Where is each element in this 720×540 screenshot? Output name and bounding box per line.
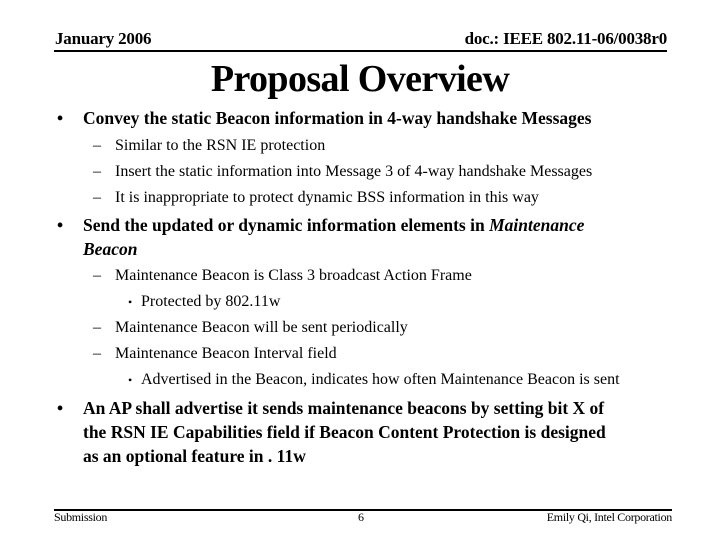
- sub-bullet-text: It is inappropriate to protect dynamic B…: [115, 189, 539, 206]
- dash-marker: –: [93, 163, 101, 180]
- sub-bullet-item: – Similar to the RSN IE protection: [0, 136, 720, 162]
- bullet-text-continuation: Beacon: [83, 236, 137, 262]
- sub-bullet-text: Maintenance Beacon will be sent periodic…: [115, 319, 408, 336]
- sub-bullet-text: Insert the static information into Messa…: [115, 163, 593, 180]
- footer-submission: Submission: [54, 510, 108, 524]
- bullet-marker: •: [57, 398, 64, 418]
- sub-sub-bullet-item: • Advertised in the Beacon, indicates ho…: [0, 370, 720, 396]
- footer-page-number: 6: [358, 510, 364, 524]
- bullet-text-line: An AP shall advertise it sends maintenan…: [83, 398, 605, 418]
- dash-marker: –: [93, 319, 101, 336]
- bullet-text: Convey the static Beacon information in …: [83, 108, 592, 128]
- header-divider: [54, 50, 667, 52]
- sub-bullet-item: – Insert the static information into Mes…: [0, 162, 720, 188]
- header-doc-id: doc.: IEEE 802.11-06/0038r0: [464, 29, 668, 48]
- sub-sub-bullet-text: Advertised in the Beacon, indicates how …: [141, 371, 620, 388]
- bullet-text-line: as an optional feature in . 11w: [83, 446, 306, 466]
- bullet-marker: •: [128, 295, 133, 309]
- sub-bullet-text: Maintenance Beacon is Class 3 broadcast …: [115, 267, 472, 284]
- dash-marker: –: [93, 345, 101, 362]
- bullet-marker: •: [128, 373, 133, 387]
- bullet-text-emphasis: Maintenance: [489, 215, 585, 235]
- bullet-marker: •: [57, 108, 64, 128]
- sub-bullet-item: – Maintenance Beacon will be sent period…: [0, 318, 720, 344]
- sub-bullet-item: – Maintenance Beacon Interval field: [0, 344, 720, 370]
- slide-title: Proposal Overview: [210, 58, 510, 100]
- bullet-item: • An AP shall advertise it sends mainten…: [0, 395, 720, 421]
- sub-bullet-item: – Maintenance Beacon is Class 3 broadcas…: [0, 266, 720, 292]
- bullet-marker: •: [57, 215, 64, 235]
- header-date: January 2006: [55, 29, 152, 48]
- bullet-text-prefix: Send the updated or dynamic information …: [83, 215, 490, 235]
- bullet-item-continuation: the RSN IE Capabilities field if Beacon …: [0, 419, 720, 445]
- bullet-item: • Send the updated or dynamic informatio…: [0, 212, 720, 238]
- sub-bullet-text: Similar to the RSN IE protection: [115, 137, 326, 154]
- bullet-text-line: the RSN IE Capabilities field if Beacon …: [83, 422, 606, 442]
- bullet-item: • Convey the static Beacon information i…: [0, 105, 720, 131]
- dash-marker: –: [93, 189, 101, 206]
- bullet-text-emphasis: Beacon: [83, 239, 138, 259]
- bullet-text: Send the updated or dynamic information …: [83, 212, 584, 238]
- footer-author: Emily Qi, Intel Corporation: [546, 510, 673, 524]
- sub-sub-bullet-item: • Protected by 802.11w: [0, 292, 720, 318]
- sub-sub-bullet-text: Protected by 802.11w: [141, 293, 281, 310]
- dash-marker: –: [93, 267, 101, 284]
- sub-bullet-text: Maintenance Beacon Interval field: [115, 345, 337, 362]
- bullet-item-continuation: Beacon: [0, 236, 720, 262]
- sub-bullet-item: – It is inappropriate to protect dynamic…: [0, 188, 720, 214]
- bullet-item-continuation: as an optional feature in . 11w: [0, 443, 720, 469]
- dash-marker: –: [93, 137, 101, 154]
